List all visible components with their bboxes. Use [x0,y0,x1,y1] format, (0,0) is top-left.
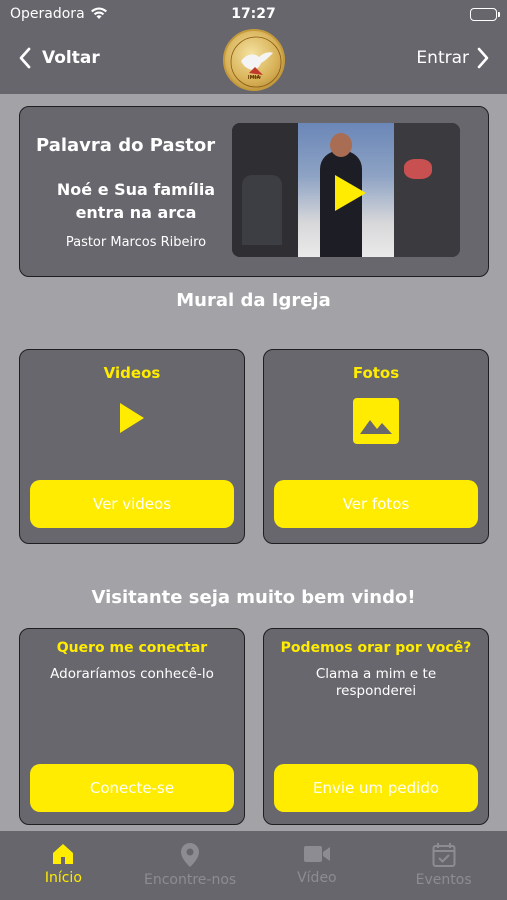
tab-video[interactable]: Vídeo [254,831,381,900]
tab-label: Início [44,870,82,886]
clock: 17:27 [231,6,276,22]
enter-label: Entrar [416,48,469,68]
enter-button[interactable]: Entrar [416,47,489,69]
location-pin-icon [181,843,200,867]
tab-label: Vídeo [297,870,337,886]
battery-icon [470,8,500,21]
prayer-title: Podemos orar por você? [280,640,472,656]
church-wall-title: Mural da Igreja [176,290,331,311]
pastor-word-card[interactable]: Palavra do Pastor Noé e Sua família entr… [19,106,489,277]
home-icon [53,844,74,864]
play-icon[interactable] [332,173,368,213]
preacher-name: Pastor Marcos Ribeiro [65,235,207,250]
send-request-button[interactable]: Envie um pedido [274,764,478,812]
prayer-card: Podemos orar por você? Clama a mim e te … [263,628,489,825]
tab-encontre-nos[interactable]: Encontre-nos [127,831,254,900]
chevron-left-icon [19,47,31,69]
connect-title: Quero me conectar [56,640,208,656]
tab-label: Eventos [415,872,472,888]
pastor-card-title: Palavra do Pastor [36,135,216,156]
back-label: Voltar [42,48,100,68]
sermon-title: Noé e Sua família entra na arca [56,180,216,222]
chevron-right-icon [477,47,489,69]
back-button[interactable]: Voltar [18,47,100,69]
see-videos-button[interactable]: Ver videos [30,480,234,528]
play-icon [120,403,144,433]
video-camera-icon [303,846,330,862]
see-photos-button[interactable]: Ver fotos [274,480,478,528]
connect-card: Quero me conectar Adoraríamos conhecê-lo… [19,628,245,825]
navigation-bar: Voltar IMIA Entrar [0,28,507,94]
tab-label: Encontre-nos [144,872,237,888]
tab-inicio[interactable]: Início [0,831,127,900]
connect-text: Adoraríamos conhecê-lo [50,666,214,682]
photos-title: Fotos [352,364,400,382]
calendar-icon [432,843,456,867]
videos-title: Videos [103,364,161,382]
image-icon [353,398,399,444]
videos-card: Videos Ver videos [19,349,245,544]
sermon-video-thumbnail[interactable] [232,123,460,257]
photos-card: Fotos Ver fotos [263,349,489,544]
church-logo: IMIA [223,29,285,91]
tab-bar: Início Encontre-nos Vídeo Eventos [0,831,507,900]
connect-button[interactable]: Conecte-se [30,764,234,812]
logo-lettering: IMIA [247,75,261,81]
welcome-title: Visitante seja muito bem vindo! [91,587,416,608]
tab-eventos[interactable]: Eventos [380,831,507,900]
status-bar: Operadora 17:27 [0,0,507,28]
prayer-text: Clama a mim e te responderei [315,666,437,699]
